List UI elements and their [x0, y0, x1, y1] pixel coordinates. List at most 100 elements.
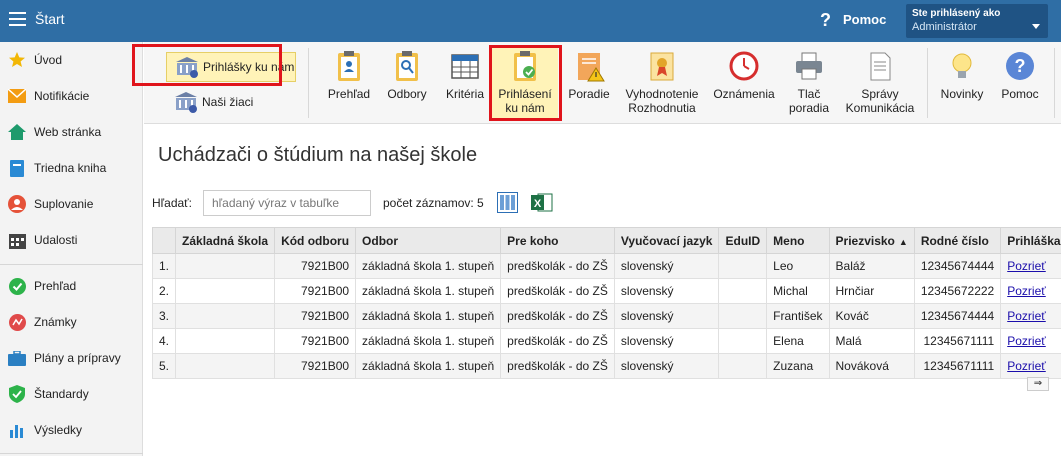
sidebar-item-plany[interactable]: Plány a prípravy [0, 343, 143, 373]
user-icon [8, 195, 26, 213]
toolbar-divider [308, 48, 309, 118]
tlac-poradia-button[interactable]: Tlač poradia [784, 50, 834, 115]
cell-priezvisko: Kováč [828, 303, 915, 329]
cell-kod: 7921B00 [274, 303, 357, 329]
book-icon [8, 159, 26, 177]
sidebar-item-suplovanie[interactable]: Suplovanie [0, 189, 143, 219]
svg-text:X: X [534, 198, 542, 210]
col-header-priezvisko[interactable]: Priezvisko ▲ [828, 227, 915, 254]
col-header-prihlaska[interactable]: Prihláška [1000, 227, 1061, 254]
cell-pre-koho: predškolák - do ZŠ [500, 303, 615, 329]
cell-index: 2. [151, 278, 177, 304]
help-icon[interactable]: ? [820, 10, 831, 31]
envelope-icon [8, 87, 26, 105]
cell-eduid [718, 353, 768, 379]
sidebar-item-notifikacie[interactable]: Notifikácie [0, 81, 143, 111]
app-title[interactable]: Štart [35, 11, 65, 27]
col-header-pre-koho[interactable]: Pre koho [500, 227, 615, 254]
col-header-zakladna-skola[interactable]: Základná škola [175, 227, 276, 254]
cell-index: 4. [151, 328, 177, 354]
col-header-odbor[interactable]: Odbor [355, 227, 502, 254]
nasi-ziaci-button[interactable]: Naši žiaci [166, 88, 296, 116]
home-icon [8, 123, 26, 141]
cell-meno: Michal [766, 278, 830, 304]
spravy-komunikacia-button[interactable]: Správy Komunikácia [840, 50, 920, 115]
kriteria-button[interactable]: Kritéria [440, 50, 490, 101]
cell-priezvisko: Nováková [828, 353, 915, 379]
cell-prihlaska: Pozrieť [1000, 278, 1061, 304]
vyhodnotenie-button[interactable]: Vyhodnotenie Rozhodnutia [622, 50, 702, 115]
cell-skola [175, 253, 276, 279]
vyhodnotenie-label-2: Rozhodnutia [628, 101, 696, 115]
cell-eduid [718, 328, 768, 354]
search-input[interactable] [203, 190, 371, 216]
help-link[interactable]: Pomoc [843, 12, 886, 27]
table-row: 1. 7921B00 základná škola 1. stupeň pred… [151, 253, 1061, 279]
cell-kod: 7921B00 [274, 253, 357, 279]
shield-icon [8, 385, 26, 403]
columns-icon[interactable] [497, 192, 518, 213]
toolbar-divider [927, 48, 928, 118]
col-header-kod-odboru[interactable]: Kód odboru [274, 227, 357, 254]
view-application-link[interactable]: Pozrieť [1007, 359, 1046, 373]
sidebar-item-triedna-kniha[interactable]: Triedna kniha [0, 153, 143, 183]
tlac-label-2: poradia [788, 101, 830, 115]
col-header-jazyk[interactable]: Vyučovací jazyk [613, 227, 720, 254]
pomoc-button[interactable]: ? Pomoc [994, 50, 1046, 101]
document-icon [870, 52, 891, 81]
view-application-link[interactable]: Pozrieť [1007, 334, 1046, 348]
grades-icon [8, 313, 26, 331]
cell-prihlaska: Pozrieť [1000, 253, 1061, 279]
cell-skola [175, 353, 276, 379]
cell-meno: Zuzana [766, 353, 830, 379]
col-header-rodne-cislo[interactable]: Rodné číslo [913, 227, 1002, 254]
novinky-button[interactable]: Novinky [936, 50, 988, 101]
sidebar-item-web[interactable]: Web stránka [0, 117, 143, 147]
sidebar-divider [0, 264, 143, 265]
cell-rodne-cislo: 12345671111 [913, 328, 1002, 354]
col-header-meno[interactable]: Meno [766, 227, 830, 254]
ranking-warning-icon [578, 53, 605, 82]
scroll-right-button[interactable]: ⇒ [1027, 377, 1049, 391]
cell-rodne-cislo: 12345674444 [913, 253, 1002, 279]
odbory-button[interactable]: Odbory [382, 50, 432, 101]
record-count: počet záznamov: 5 [383, 196, 484, 210]
col-header-eduid[interactable]: EduID [718, 227, 768, 254]
excel-icon[interactable]: X [531, 192, 553, 213]
cell-skola [175, 303, 276, 329]
sidebar-item-label: Štandardy [34, 387, 89, 401]
sidebar-item-label: Známky [34, 315, 77, 329]
col-header-index [151, 227, 177, 254]
table-row: 2. 7921B00 základná škola 1. stupeň pred… [151, 278, 1061, 304]
bar-chart-icon [8, 421, 26, 439]
prehlad-button[interactable]: Prehľad [324, 50, 374, 101]
sidebar-item-vysledky[interactable]: Výsledky [0, 415, 143, 445]
view-application-link[interactable]: Pozrieť [1007, 284, 1046, 298]
poradie-button[interactable]: Poradie [564, 50, 614, 101]
cell-jazyk: slovenský [613, 253, 720, 279]
view-application-link[interactable]: Pozrieť [1007, 309, 1046, 323]
menu-icon[interactable] [9, 12, 26, 26]
sidebar-item-uvod[interactable]: Úvod [0, 45, 143, 75]
sidebar-divider [0, 453, 143, 454]
sidebar-item-label: Plány a prípravy [34, 351, 121, 365]
check-circle-icon [8, 277, 26, 295]
pomoc-label: Pomoc [1001, 87, 1039, 101]
oznamenia-button[interactable]: Oznámenia [710, 50, 778, 101]
page-title: Uchádzači o štúdium na našej škole [158, 144, 478, 166]
sidebar-item-znamky[interactable]: Známky [0, 307, 143, 337]
user-menu[interactable]: Ste prihlásený ako Administrátor [906, 4, 1048, 38]
sidebar-item-prehlad[interactable]: Prehľad [0, 271, 143, 301]
sidebar-item-udalosti[interactable]: Udalosti [0, 225, 143, 255]
oznamenia-label: Oznámenia [713, 87, 775, 101]
cell-eduid [718, 278, 768, 304]
sidebar-item-standardy[interactable]: Štandardy [0, 379, 143, 409]
cell-skola [175, 278, 276, 304]
search-label: Hľadať: [152, 196, 193, 210]
cell-jazyk: slovenský [613, 353, 720, 379]
view-application-link[interactable]: Pozrieť [1007, 259, 1046, 273]
star-icon [8, 51, 26, 69]
cell-rodne-cislo: 12345674444 [913, 303, 1002, 329]
cell-pre-koho: predškolák - do ZŠ [500, 353, 615, 379]
sidebar: Úvod Notifikácie Web stránka Triedna kni… [0, 42, 143, 456]
